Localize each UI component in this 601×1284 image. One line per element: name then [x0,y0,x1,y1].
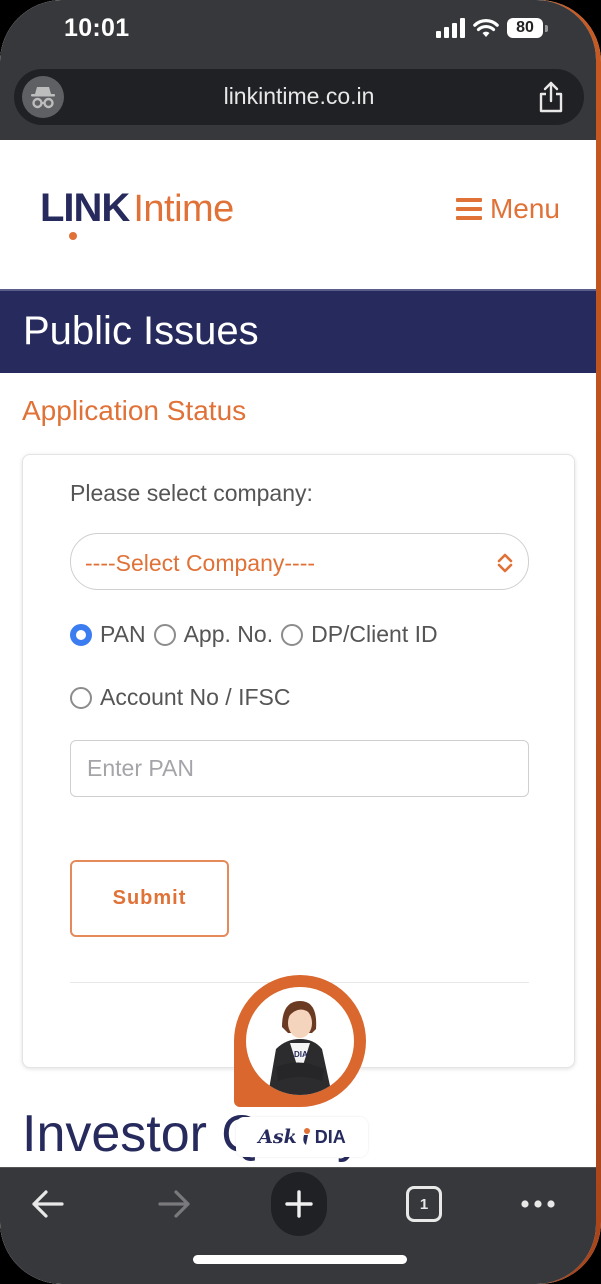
radio-label: PAN [100,621,146,647]
pan-input[interactable] [70,740,529,797]
new-tab-plus-icon [285,1190,313,1218]
address-bar[interactable]: linkintime.co.in [14,69,584,125]
share-icon[interactable] [538,81,564,118]
tabs-button[interactable]: 1 [405,1180,443,1228]
battery-level: 80 [507,18,543,38]
radio-button[interactable] [70,686,92,709]
radio-label: Account No / IFSC [100,684,291,710]
radio-dp-client-id[interactable]: DP/Client ID [281,621,438,648]
back-arrow-icon [32,1190,64,1218]
status-time: 10:01 [64,14,130,42]
radio-pan[interactable]: PAN [70,621,146,648]
site-header: LINK Intime Menu [0,140,596,288]
new-tab-button[interactable] [271,1172,327,1236]
search-type-radio-group-row2: Account No / IFSC [70,684,298,711]
page-banner: Public Issues [0,289,596,373]
page-title: Public Issues [23,309,259,353]
submit-button[interactable]: Submit [70,860,229,937]
menu-label: Menu [489,193,560,224]
logo-dot [69,232,77,240]
forward-button[interactable] [154,1180,194,1228]
radio-button[interactable] [281,623,304,646]
phone-screen: 10:01 80 linkintime.co.in LINK Intime Me… [0,0,601,1284]
select-chevrons-icon [497,553,513,573]
dia-logo-icon [301,1128,311,1146]
ask-text: Ask [258,1126,297,1148]
wifi-icon [473,19,499,37]
signal-icon [436,18,465,38]
radio-label: DP/Client ID [311,621,438,647]
dia-avatar: DIA [246,987,354,1095]
more-icon [521,1200,555,1208]
search-type-radio-group: PAN App. No. DP/Client ID [70,621,446,648]
url-text[interactable]: linkintime.co.in [14,83,584,110]
radio-account-ifsc[interactable]: Account No / IFSC [70,684,290,711]
company-select-label: Please select company: [70,480,313,506]
menu-button[interactable]: Menu [455,193,560,225]
chat-bubble[interactable]: DIA [234,975,366,1107]
hamburger-icon [455,198,482,220]
radio-button[interactable] [153,623,176,646]
home-indicator[interactable] [193,1255,407,1264]
back-button[interactable] [28,1180,68,1228]
dia-text: DIA [314,1126,346,1147]
svg-text:DIA: DIA [294,1050,308,1059]
ask-dia-label[interactable]: Ask DIA [236,1117,368,1157]
linkintime-logo[interactable]: LINK Intime [40,186,234,231]
company-select[interactable]: ----Select Company---- [70,533,529,590]
radio-app-no[interactable]: App. No. [153,621,274,648]
logo-link-text: LINK [40,186,130,230]
company-select-value: ----Select Company---- [85,550,316,576]
battery-icon: 80 [507,18,548,38]
top-browser-chrome: 10:01 80 linkintime.co.in [0,0,596,140]
more-button[interactable] [518,1180,558,1228]
radio-label: App. No. [183,621,274,647]
browser-viewport: 10:01 80 linkintime.co.in LINK Intime Me… [0,0,596,1284]
ask-dia-chat-widget[interactable]: DIA Ask DIA [234,975,368,1165]
forward-arrow-icon [158,1190,190,1218]
bottom-browser-toolbar: 1 [0,1167,596,1284]
tabs-icon: 1 [406,1186,442,1222]
logo-intime-text: Intime [133,188,234,230]
section-title: Application Status [22,395,247,426]
status-icons: 80 [436,18,548,38]
radio-button-selected[interactable] [70,623,92,646]
